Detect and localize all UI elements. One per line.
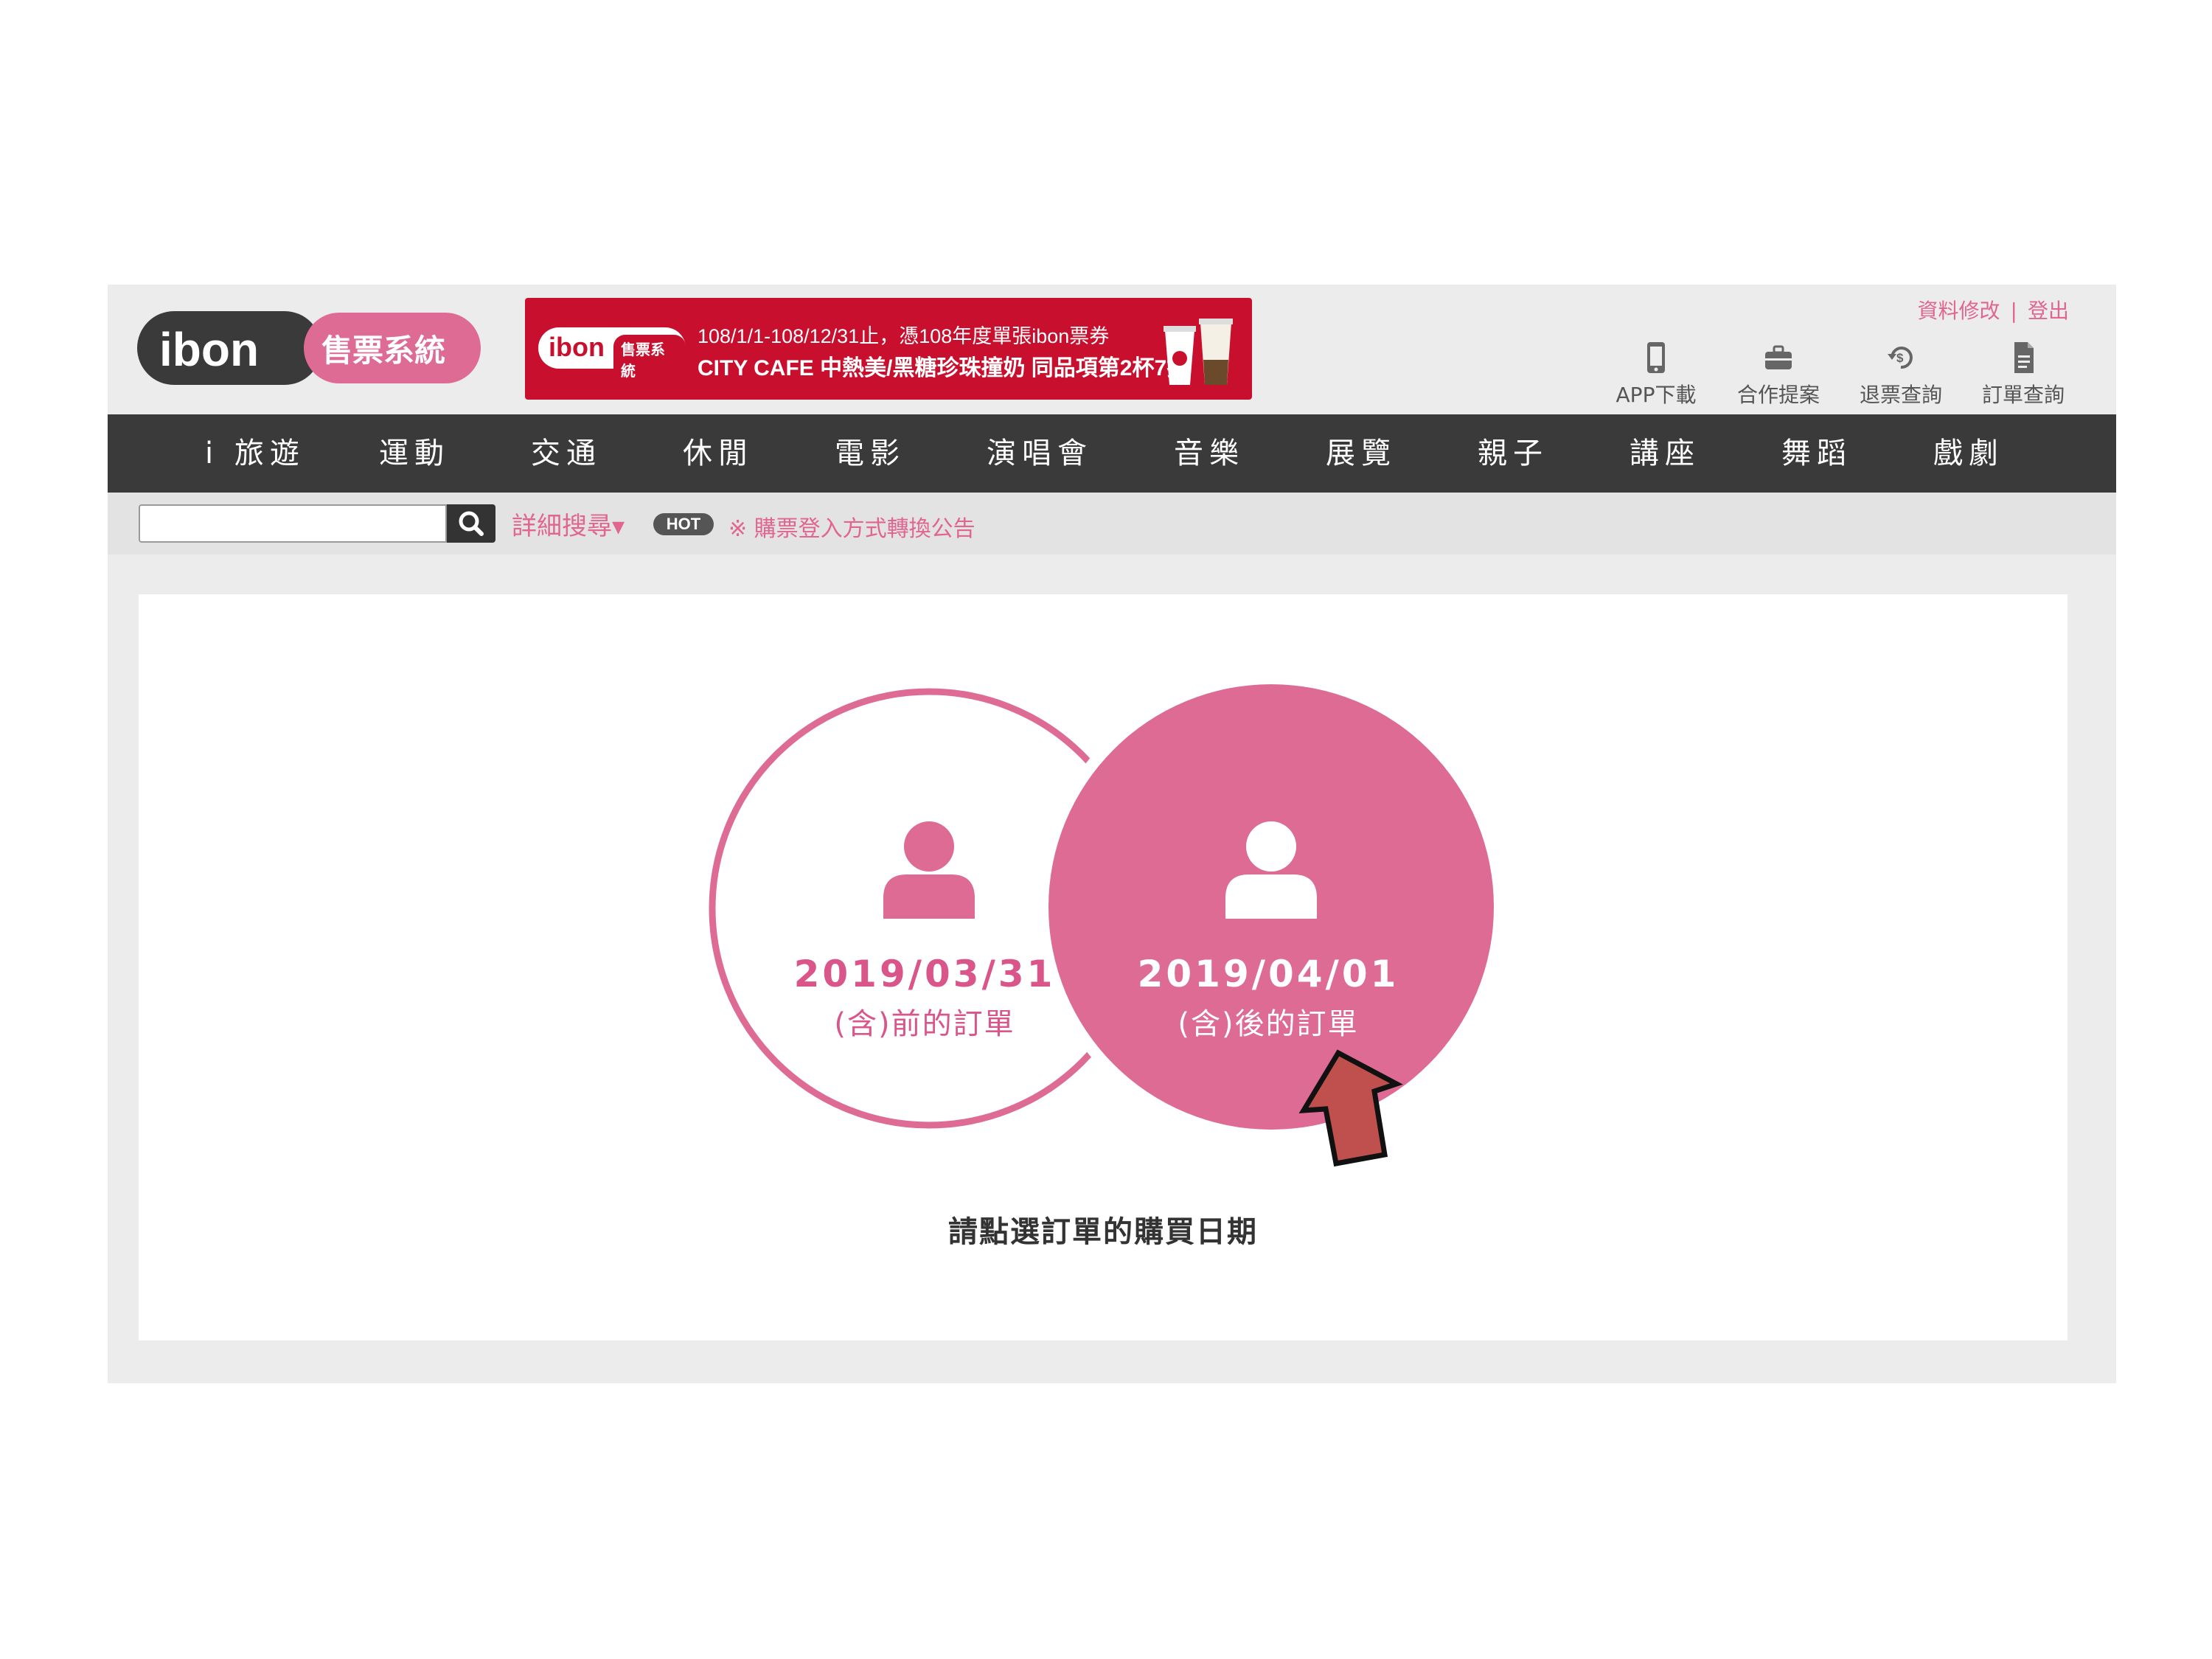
quick-link-label: APP下載: [1615, 383, 1697, 407]
user-links: 資料修改 | 登出: [1918, 295, 2069, 324]
link-separator: |: [2010, 299, 2017, 323]
quick-link-label: 訂單查詢: [1981, 383, 2065, 407]
search-bar: 詳細搜尋▾ HOT ※ 購票登入方式轉換公告: [108, 493, 2116, 554]
briefcase-icon: [1765, 345, 1792, 369]
coffee-cups-image: [1164, 319, 1233, 385]
quick-link-label: 合作提案: [1736, 383, 1820, 407]
quick-link-orders[interactable]: 訂單查詢: [1964, 341, 2082, 408]
nav-item-leisure[interactable]: 休閒: [683, 414, 754, 493]
before-order-option[interactable]: 2019/03/31 (含)前的訂單: [740, 953, 1109, 1043]
after-date: 2019/04/01: [1137, 953, 1399, 995]
nav-item-family[interactable]: 親子: [1478, 414, 1548, 493]
quick-link-refund[interactable]: $ 退票查詢: [1842, 341, 1960, 408]
nav-item-travel[interactable]: i 旅遊: [205, 414, 305, 493]
nav-item-movies[interactable]: 電影: [835, 414, 905, 493]
quick-link-partnership[interactable]: 合作提案: [1719, 341, 1837, 408]
ibon-logo[interactable]: ibon 售票系統: [137, 311, 481, 385]
nav-item-music[interactable]: 音樂: [1174, 414, 1245, 493]
logout-link[interactable]: 登出: [2028, 299, 2069, 323]
nav-item-theatre[interactable]: 戲劇: [1933, 414, 2004, 493]
quick-link-app[interactable]: APP下載: [1597, 341, 1715, 408]
banner-line-1: 108/1/1-108/12/31止，憑108年度單張ibon票券: [698, 325, 1110, 347]
banner-line-2: CITY CAFE 中熱美/黑糖珍珠撞奶 同品項第2杯7折: [698, 356, 1189, 380]
nav-item-concerts[interactable]: 演唱會: [987, 414, 1093, 493]
refund-icon: $: [1888, 347, 1913, 369]
person-icon: [883, 821, 975, 919]
logo-subtitle: 售票系統: [321, 333, 445, 369]
ibon-ticket-page: ibon 售票系統 ibon 售票系統 108/1/1-108/12/31止，憑…: [108, 285, 2116, 1383]
hot-badge: HOT: [653, 513, 714, 535]
after-label: (含)後的訂單: [1178, 1007, 1359, 1041]
logo-text: ibon: [159, 323, 259, 376]
document-icon: [2014, 342, 2034, 373]
nav-item-transport[interactable]: 交通: [531, 414, 602, 493]
banner-ibon-badge: ibon 售票系統: [538, 327, 686, 383]
nav-item-dance[interactable]: 舞蹈: [1781, 414, 1852, 493]
search-button[interactable]: [447, 504, 495, 543]
svg-text:$: $: [1896, 351, 1904, 365]
main-nav: i 旅遊 運動 交通 休閒 電影 演唱會 音樂 展覽 親子 講座 舞蹈 戲劇: [108, 414, 2116, 493]
advanced-search-link[interactable]: 詳細搜尋▾: [512, 506, 625, 542]
edit-profile-link[interactable]: 資料修改: [1918, 299, 2000, 323]
login-change-notice-link[interactable]: ※ 購票登入方式轉換公告: [728, 510, 975, 543]
order-date-selector: 2019/03/31 (含)前的訂單 2019/04/01 (含)後的訂單 請點…: [139, 594, 2067, 1340]
nav-item-lectures[interactable]: 講座: [1630, 414, 1700, 493]
nav-item-exhibitions[interactable]: 展覽: [1326, 414, 1397, 493]
search-input[interactable]: [139, 504, 447, 543]
promo-banner[interactable]: ibon 售票系統 108/1/1-108/12/31止，憑108年度單張ibo…: [525, 298, 1252, 400]
instruction-text: 請點選訂單的購買日期: [948, 1215, 1258, 1249]
before-label: (含)前的訂單: [834, 1007, 1015, 1041]
header: ibon 售票系統 ibon 售票系統 108/1/1-108/12/31止，憑…: [108, 285, 2116, 414]
search-icon: [459, 511, 484, 536]
phone-icon: [1647, 342, 1665, 373]
after-order-option[interactable]: 2019/04/01 (含)後的訂單: [1084, 953, 1453, 1043]
before-date: 2019/03/31: [793, 953, 1056, 995]
nav-item-sports[interactable]: 運動: [379, 414, 450, 493]
quick-link-label: 退票查詢: [1859, 383, 1942, 407]
